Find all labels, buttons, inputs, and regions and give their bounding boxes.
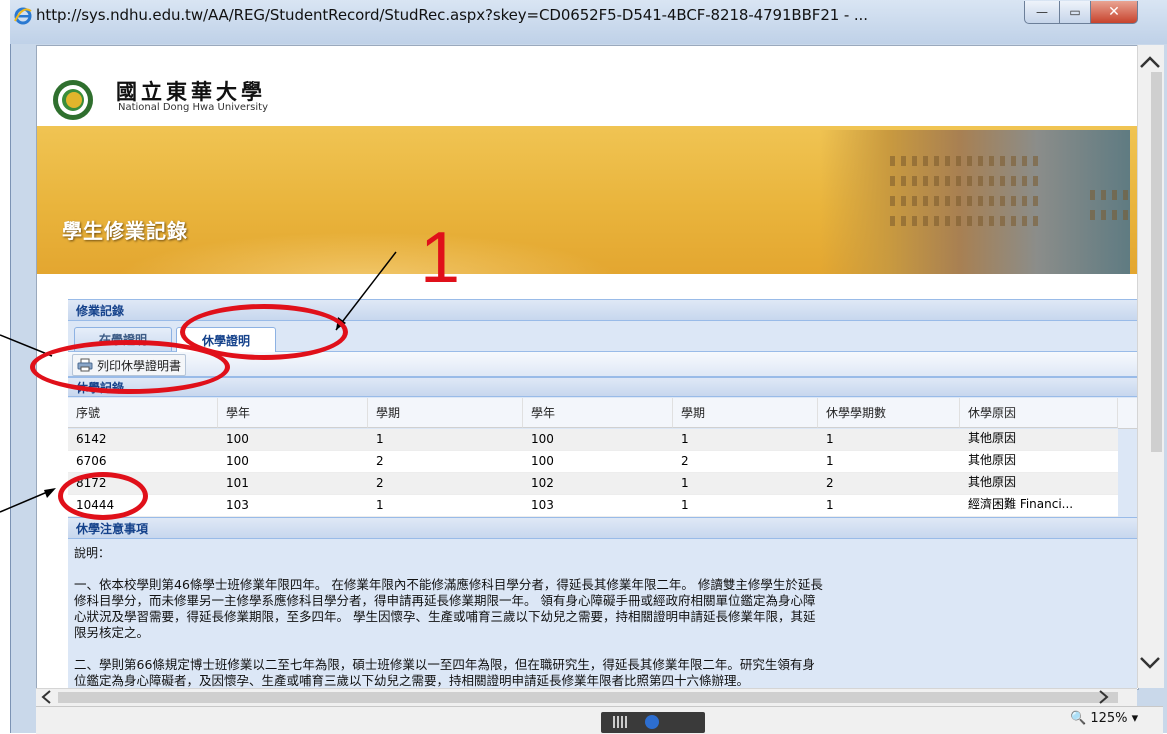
cell-semester-count: 1 xyxy=(826,432,834,446)
suspension-notes-header: 休學注意事項 xyxy=(68,517,1137,539)
cell-semester-end: 1 xyxy=(681,432,689,446)
cell-semester-count: 1 xyxy=(826,454,834,468)
cell-year-end: 100 xyxy=(531,432,554,446)
cell-year-end: 100 xyxy=(531,454,554,468)
table-row[interactable]: 6706 100 2 100 2 1 其他原因 xyxy=(68,451,1118,473)
cell-semester-start: 2 xyxy=(376,454,384,468)
cell-semester-end: 1 xyxy=(681,476,689,490)
column-header-reason[interactable]: 休學原因 xyxy=(960,398,1118,428)
annotation-number: 1 xyxy=(420,218,461,298)
table-row[interactable]: 6142 100 1 100 1 1 其他原因 xyxy=(68,429,1118,451)
cell-year-end: 103 xyxy=(531,498,554,512)
cell-reason: 經濟困難 Financi... xyxy=(968,497,1074,511)
language-bar[interactable] xyxy=(601,712,705,733)
cell-semester-count: 1 xyxy=(826,498,834,512)
close-button[interactable]: ✕ xyxy=(1090,1,1138,24)
ie-icon xyxy=(14,7,32,25)
keyboard-icon xyxy=(613,716,627,728)
cell-semester-end: 2 xyxy=(681,454,689,468)
cell-year-start: 103 xyxy=(226,498,249,512)
cell-semester-count: 2 xyxy=(826,476,834,490)
logo-emblem xyxy=(66,92,82,108)
building-photo xyxy=(820,130,1130,274)
notes-label: 說明： xyxy=(74,546,111,560)
column-header-serial[interactable]: 序號 xyxy=(68,398,218,428)
address-url[interactable]: http://sys.ndhu.edu.tw/AA/REG/StudentRec… xyxy=(36,6,868,24)
vertical-scroll-thumb[interactable] xyxy=(1151,72,1162,452)
horizontal-scroll-thumb[interactable] xyxy=(58,692,1118,703)
column-header-year-start[interactable]: 學年 xyxy=(218,398,368,428)
cell-reason: 其他原因 xyxy=(968,431,1017,445)
scroll-left-icon[interactable] xyxy=(40,690,54,704)
column-header-semester-start[interactable]: 學期 xyxy=(368,398,523,428)
maximize-button[interactable]: ▭ xyxy=(1059,1,1091,24)
university-name-en: National Dong Hwa University xyxy=(118,102,268,113)
scroll-down-icon[interactable] xyxy=(1139,655,1161,671)
column-header-year-end[interactable]: 學年 xyxy=(523,398,673,428)
annotation-circle-print xyxy=(30,340,230,394)
zoom-level[interactable]: 🔍 125% ▾ xyxy=(1070,711,1138,726)
cell-serial: 6706 xyxy=(76,454,107,468)
cell-semester-start: 1 xyxy=(376,498,384,512)
scroll-right-icon[interactable] xyxy=(1096,690,1110,704)
cell-year-start: 100 xyxy=(226,432,249,446)
grid-header-spacer xyxy=(1118,398,1137,429)
cell-reason: 其他原因 xyxy=(968,453,1017,467)
status-bar xyxy=(36,706,1163,734)
scroll-up-icon[interactable] xyxy=(1139,54,1161,70)
cell-year-start: 101 xyxy=(226,476,249,490)
cell-year-end: 102 xyxy=(531,476,554,490)
cell-semester-end: 1 xyxy=(681,498,689,512)
close-icon: ✕ xyxy=(1108,4,1120,20)
page-title: 學生修業記錄 xyxy=(62,219,188,243)
table-row[interactable]: 8172 101 2 102 1 2 其他原因 xyxy=(68,473,1118,495)
column-header-semester-end[interactable]: 學期 xyxy=(673,398,818,428)
cell-semester-start: 1 xyxy=(376,432,384,446)
help-icon xyxy=(645,715,659,729)
cell-semester-start: 2 xyxy=(376,476,384,490)
suspension-record-header: 休學記錄 xyxy=(68,377,1137,397)
cell-serial: 6142 xyxy=(76,432,107,446)
note-paragraph-1: 一、依本校學則第46條學士班修業年限四年。 在修業年限內不能修滿應修科目學分者，… xyxy=(74,577,823,640)
annotation-circle-serial xyxy=(58,472,148,520)
table-row[interactable]: 10444 103 1 103 1 1 經濟困難 Financi... xyxy=(68,495,1118,517)
cell-reason: 其他原因 xyxy=(968,475,1017,489)
note-paragraph-2: 二、學則第66條規定博士班修業以二至七年為限，碩士班修業以一至四年為限，但在職研… xyxy=(74,657,815,688)
minimize-button[interactable]: — xyxy=(1024,1,1060,24)
column-header-semester-count[interactable]: 休學學期數 xyxy=(818,398,960,428)
cell-year-start: 100 xyxy=(226,454,249,468)
maximize-icon: ▭ xyxy=(1069,5,1081,19)
minimize-icon: — xyxy=(1036,5,1048,19)
